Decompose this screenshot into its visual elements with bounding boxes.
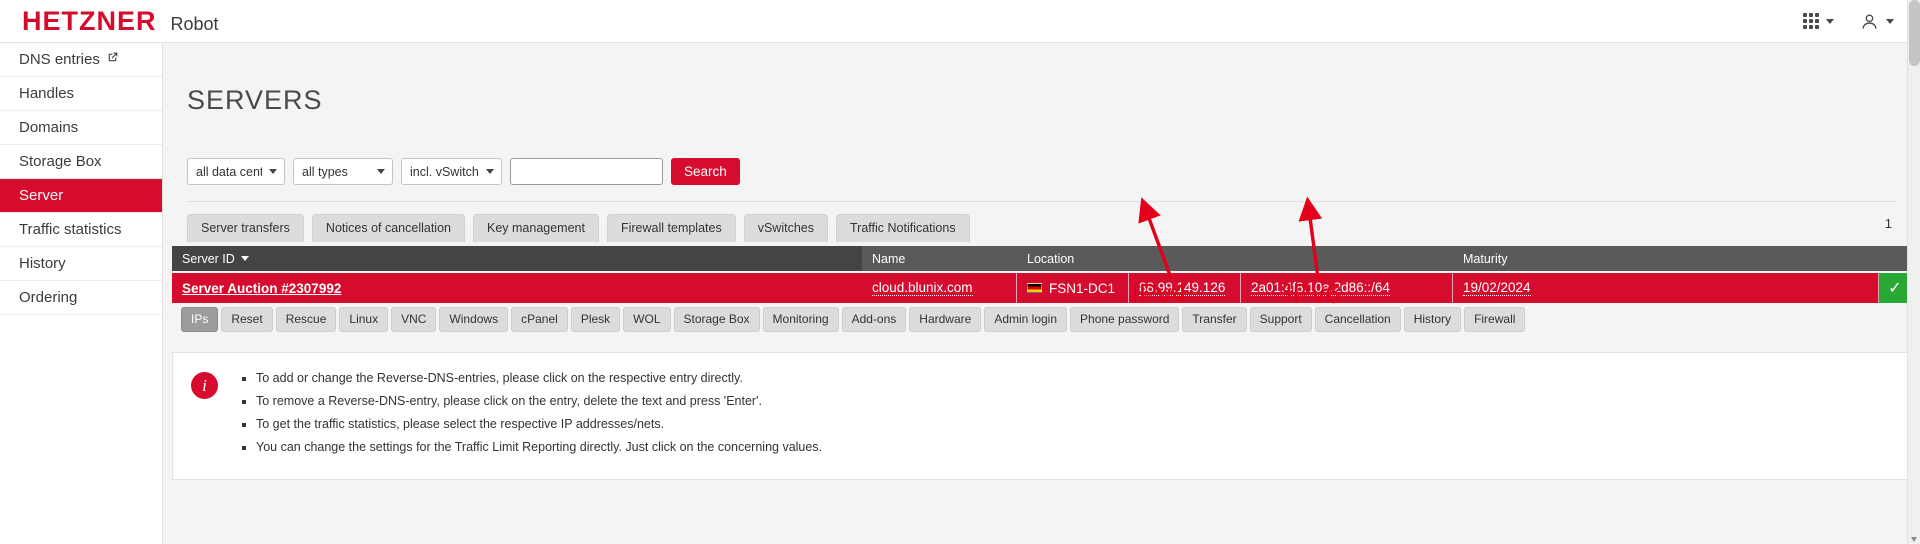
action-hardware[interactable]: Hardware bbox=[909, 307, 982, 333]
action-plesk[interactable]: Plesk bbox=[570, 307, 621, 333]
filter-bar: all data centres all types incl. vSwitch… bbox=[163, 134, 1920, 186]
sidebar-item-label: Ordering bbox=[19, 289, 78, 306]
sidebar-item-storage-box[interactable]: Storage Box bbox=[0, 145, 162, 179]
hetzner-wordmark: HETZNER bbox=[22, 5, 157, 36]
table-row: Server Auction #2307992 cloud.blunix.com… bbox=[172, 273, 1911, 304]
cell-location: FSN1-DC1 bbox=[1017, 273, 1129, 304]
sort-descending-icon bbox=[240, 256, 249, 262]
sidebar-item-label: History bbox=[19, 255, 66, 272]
ipv4-annotation-label: IPv4 bbox=[1131, 278, 1188, 309]
tab-server-transfers[interactable]: Server transfers bbox=[187, 214, 304, 243]
list-item: You can change the settings for the Traf… bbox=[256, 439, 822, 456]
cell-server-id: Server Auction #2307992 bbox=[172, 273, 862, 303]
server-id-link[interactable]: Server Auction #2307992 bbox=[182, 281, 341, 296]
tab-notices-of-cancellation[interactable]: Notices of cancellation bbox=[311, 214, 465, 243]
action-wol[interactable]: WOL bbox=[623, 307, 671, 333]
apps-menu-button[interactable] bbox=[1803, 13, 1834, 29]
type-select[interactable]: all types bbox=[293, 158, 393, 186]
page-body: DNS entries Handles Domains Storage Box … bbox=[0, 43, 1920, 544]
pagination-page-1[interactable]: 1 bbox=[1879, 214, 1898, 233]
list-item: To get the traffic statistics, please se… bbox=[256, 416, 822, 433]
action-reset[interactable]: Reset bbox=[221, 307, 273, 333]
ipv6-annotation-label: IPv6 bbox=[1285, 278, 1342, 309]
action-windows[interactable]: Windows bbox=[439, 307, 509, 333]
info-icon: i bbox=[191, 372, 218, 400]
external-link-icon bbox=[106, 51, 119, 68]
cell-maturity: 19/02/2024 bbox=[1453, 273, 1879, 304]
sidebar-item-traffic-statistics[interactable]: Traffic statistics bbox=[0, 213, 162, 247]
column-header-location[interactable]: Location bbox=[1017, 246, 1129, 272]
sidebar-item-label: Storage Box bbox=[19, 153, 102, 170]
sidebar-item-dns-entries[interactable]: DNS entries bbox=[0, 43, 162, 77]
sidebar-item-history[interactable]: History bbox=[0, 247, 162, 281]
action-vnc[interactable]: VNC bbox=[391, 307, 437, 333]
scroll-down-icon[interactable] bbox=[1911, 537, 1917, 542]
sidebar: DNS entries Handles Domains Storage Box … bbox=[0, 43, 163, 544]
grid-icon bbox=[1803, 13, 1819, 29]
vswitch-select-wrap: incl. vSwitch bbox=[401, 158, 502, 186]
action-linux[interactable]: Linux bbox=[339, 307, 389, 333]
search-button[interactable]: Search bbox=[671, 158, 740, 186]
ipv4-annotation-arrow bbox=[1138, 197, 1173, 279]
action-admin-login[interactable]: Admin login bbox=[984, 307, 1068, 333]
sidebar-item-label: Domains bbox=[19, 119, 79, 136]
tab-traffic-notifications[interactable]: Traffic Notifications bbox=[836, 214, 970, 243]
column-header-server-id-label: Server ID bbox=[182, 251, 235, 266]
main-content: SERVERS all data centres all types incl.… bbox=[163, 43, 1920, 544]
sidebar-item-label: Handles bbox=[19, 85, 75, 102]
sidebar-item-ordering[interactable]: Ordering bbox=[0, 281, 162, 315]
column-header-name[interactable]: Name bbox=[862, 246, 1017, 272]
top-bar-actions bbox=[1803, 12, 1920, 31]
info-bullet-list: To add or change the Reverse-DNS-entries… bbox=[240, 370, 822, 462]
tab-bar: Server transfers Notices of cancellation… bbox=[163, 202, 1920, 243]
vswitch-select[interactable]: incl. vSwitch bbox=[401, 158, 502, 186]
action-add-ons[interactable]: Add-ons bbox=[841, 307, 907, 333]
maturity-value[interactable]: 19/02/2024 bbox=[1463, 280, 1531, 297]
action-rescue[interactable]: Rescue bbox=[275, 307, 337, 333]
chevron-down-icon bbox=[1826, 18, 1834, 24]
user-menu-button[interactable] bbox=[1860, 12, 1894, 31]
sidebar-item-label: DNS entries bbox=[19, 51, 100, 68]
datacentre-select[interactable]: all data centres bbox=[187, 158, 285, 186]
server-name-value[interactable]: cloud.blunix.com bbox=[872, 280, 973, 297]
cell-name: cloud.blunix.com bbox=[862, 273, 1017, 304]
chevron-down-icon bbox=[1886, 18, 1894, 24]
scrollbar-thumb[interactable] bbox=[1909, 0, 1920, 66]
search-input[interactable] bbox=[510, 158, 663, 186]
action-firewall[interactable]: Firewall bbox=[1464, 307, 1526, 333]
check-icon: ✓ bbox=[1888, 280, 1902, 298]
tab-vswitches[interactable]: vSwitches bbox=[743, 214, 828, 243]
top-bar: HETZNER Robot bbox=[0, 0, 1920, 43]
germany-flag-icon bbox=[1027, 283, 1042, 294]
action-history[interactable]: History bbox=[1403, 307, 1462, 333]
type-select-wrap: all types bbox=[293, 158, 393, 186]
action-monitoring[interactable]: Monitoring bbox=[762, 307, 839, 333]
sidebar-item-server[interactable]: Server bbox=[0, 179, 162, 213]
tab-firewall-templates[interactable]: Firewall templates bbox=[606, 214, 736, 243]
page-title: SERVERS bbox=[187, 85, 323, 116]
datacentre-select-wrap: all data centres bbox=[187, 158, 285, 186]
page-scrollbar[interactable] bbox=[1907, 0, 1920, 544]
servers-table: Server ID Name Location Maturity Server … bbox=[172, 246, 1911, 333]
user-icon bbox=[1862, 13, 1877, 29]
sidebar-item-handles[interactable]: Handles bbox=[0, 77, 162, 111]
table-header-row: Server ID Name Location Maturity bbox=[172, 246, 1911, 272]
ipv6-annotation-arrow bbox=[1298, 196, 1323, 279]
brand-logo[interactable]: HETZNER Robot bbox=[0, 5, 219, 36]
column-header-server-id[interactable]: Server ID bbox=[172, 246, 862, 272]
action-cpanel[interactable]: cPanel bbox=[511, 307, 568, 333]
location-value: FSN1-DC1 bbox=[1049, 280, 1116, 296]
list-item: To add or change the Reverse-DNS-entries… bbox=[256, 370, 822, 387]
sidebar-item-label: Server bbox=[19, 187, 64, 204]
info-panel: i To add or change the Reverse-DNS-entri… bbox=[172, 352, 1911, 480]
list-item: To remove a Reverse-DNS-entry, please cl… bbox=[256, 393, 822, 410]
sidebar-item-label: Traffic statistics bbox=[19, 221, 122, 238]
action-ips[interactable]: IPs bbox=[181, 307, 219, 333]
column-header-maturity[interactable]: Maturity bbox=[1453, 246, 1911, 272]
app-title: Robot bbox=[170, 13, 219, 34]
tab-key-management[interactable]: Key management bbox=[473, 214, 599, 243]
sidebar-item-domains[interactable]: Domains bbox=[0, 111, 162, 145]
server-action-bar: IPs Reset Rescue Linux VNC Windows cPane… bbox=[172, 303, 1911, 333]
action-storage-box[interactable]: Storage Box bbox=[673, 307, 760, 333]
